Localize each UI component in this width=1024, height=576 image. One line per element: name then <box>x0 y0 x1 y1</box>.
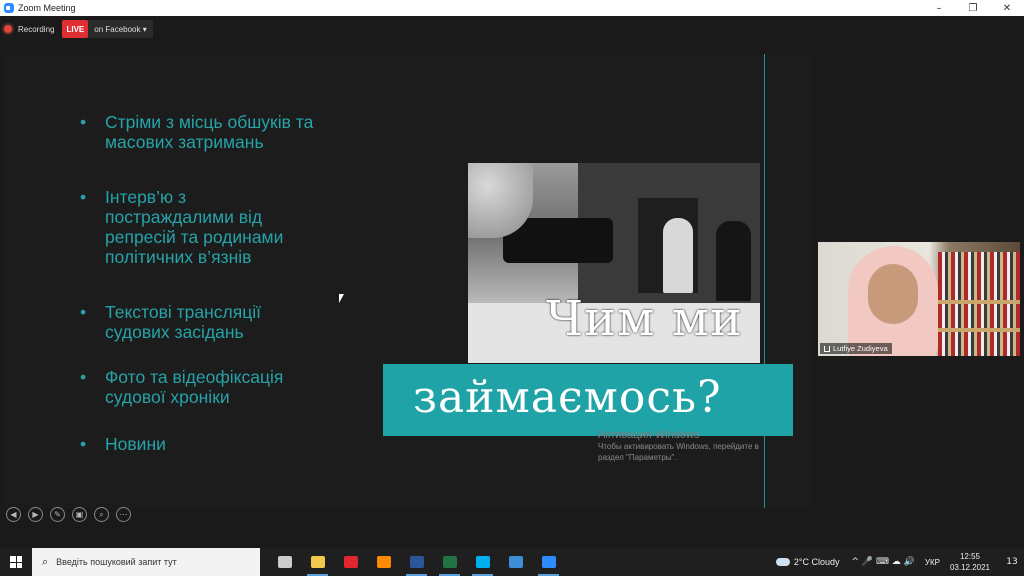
live-stream-indicator[interactable]: LIVE on Facebook ▾ <box>62 20 153 38</box>
windows-logo-icon <box>10 556 22 568</box>
mouse-cursor-icon <box>339 294 348 303</box>
more-options-button[interactable]: ⋯ <box>116 507 131 522</box>
live-badge: LIVE <box>62 20 89 38</box>
live-target-dropdown[interactable]: on Facebook ▾ <box>88 25 153 34</box>
slides-grid-button[interactable]: ▣ <box>72 507 87 522</box>
zoom-logo-icon <box>4 3 14 13</box>
word-icon[interactable] <box>400 548 433 576</box>
next-slide-button[interactable]: ▶ <box>28 507 43 522</box>
slide-heading-box: займаємось? <box>383 364 793 436</box>
photos-icon[interactable] <box>499 548 532 576</box>
shared-slide: Стріми з місць обшуків та масових затрим… <box>6 54 810 508</box>
bullet-item: Інтерв’ю з постраждалими від репресій та… <box>80 187 283 267</box>
zoom-slide-button[interactable]: ⌕ <box>94 507 109 522</box>
bullet-item: Фото та відеофіксація судової хроніки <box>80 367 283 407</box>
minimize-button[interactable]: – <box>922 0 956 16</box>
slide-heading-line1: Чим ми <box>546 291 744 347</box>
clock[interactable]: 12:55 03.12.2021 <box>950 551 990 573</box>
clock-time: 12:55 <box>959 552 980 561</box>
clock-date: 03.12.2021 <box>949 563 990 572</box>
start-button[interactable] <box>0 548 32 576</box>
bullet-item: Текстові трансляції судових засідань <box>80 302 261 342</box>
watermark-text: раздел "Параметры". <box>598 453 677 462</box>
zoom-app-icon[interactable] <box>532 548 565 576</box>
pen-tool-button[interactable]: ✎ <box>50 507 65 522</box>
search-placeholder: Введіть пошуковий запит тут <box>56 557 177 567</box>
weather-text: 2°C Cloudy <box>793 557 840 567</box>
taskbar-search-box[interactable]: ⌕ Введіть пошуковий запит тут <box>32 548 260 576</box>
notification-center-button[interactable]: 13 <box>1000 548 1024 576</box>
recording-label: Recording <box>18 24 55 34</box>
bookshelf <box>938 252 1020 356</box>
weather-widget[interactable]: 2°C Cloudy <box>775 557 840 567</box>
participant-video[interactable]: Lutfiye Zudiyeva <box>818 242 1020 356</box>
participant-name-tag: Lutfiye Zudiyeva <box>820 343 892 354</box>
close-button[interactable]: ✕ <box>990 0 1024 16</box>
task-view-icon[interactable] <box>268 548 301 576</box>
bullet-item: Новини <box>80 434 166 454</box>
recording-bar: Recording LIVE on Facebook ▾ <box>4 20 153 38</box>
meeting-area: Recording LIVE on Facebook ▾ Стріми з мі… <box>0 16 1024 548</box>
cloud-icon <box>775 558 790 566</box>
mic-icon <box>824 345 830 352</box>
pinned-apps <box>268 548 565 576</box>
maximize-button[interactable]: ❐ <box>956 0 990 16</box>
windows-taskbar: ⌕ Введіть пошуковий запит тут 2°C Cloudy… <box>0 548 1024 576</box>
windows-activation-watermark: Активация Windows Чтобы активировать Win… <box>598 430 759 463</box>
bullet-item: Стріми з місць обшуків та масових затрим… <box>80 112 313 152</box>
watermark-title: Активация Windows <box>598 429 700 441</box>
file-explorer-icon[interactable] <box>301 548 334 576</box>
slide-controls: ◀ ▶ ✎ ▣ ⌕ ⋯ <box>6 507 131 523</box>
slide-heading-line2: займаємось? <box>413 372 722 423</box>
opera-icon[interactable] <box>334 548 367 576</box>
window-title: Zoom Meeting <box>18 3 76 13</box>
input-language[interactable]: УКР <box>925 558 940 567</box>
firefox-icon[interactable] <box>367 548 400 576</box>
watermark-text: Чтобы активировать Windows, перейдите в <box>598 442 759 451</box>
excel-icon[interactable] <box>433 548 466 576</box>
slide-divider-line <box>764 54 765 508</box>
skype-icon[interactable] <box>466 548 499 576</box>
participant-name: Lutfiye Zudiyeva <box>833 344 888 353</box>
search-icon: ⌕ <box>42 555 49 568</box>
title-bar: Zoom Meeting – ❐ ✕ <box>0 0 1024 16</box>
recording-dot-icon <box>4 25 12 33</box>
tray-icons[interactable]: ^ 🎤 ⌨ ☁ 🔊 <box>851 557 914 567</box>
previous-slide-button[interactable]: ◀ <box>6 507 21 522</box>
system-tray: 2°C Cloudy ^ 🎤 ⌨ ☁ 🔊 УКР 12:55 03.12.202… <box>775 548 1024 576</box>
